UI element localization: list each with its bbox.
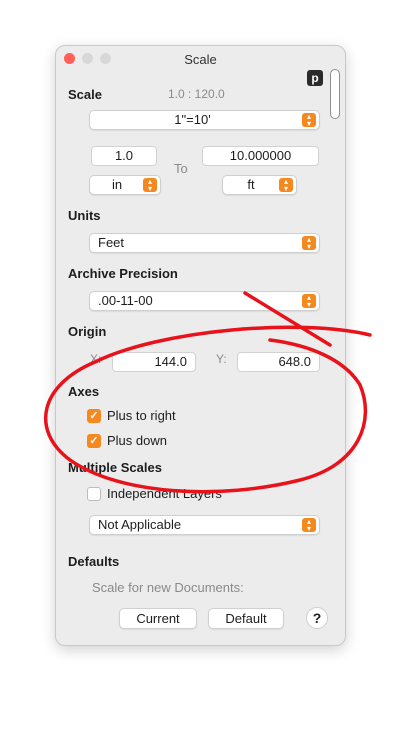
to-label: To bbox=[174, 161, 188, 176]
multiple-scales-popup[interactable]: Not Applicable ▴ ▾ bbox=[89, 515, 320, 535]
archive-precision-value: .00-11-00 bbox=[98, 293, 153, 308]
scale-window: Scale p Scale 1.0 : 120.0 1"=10' ▴ ▾ 1.0 … bbox=[55, 45, 346, 646]
chevron-updown-icon: ▴ ▾ bbox=[279, 178, 293, 193]
scale-preset-popup[interactable]: 1"=10' ▴ ▾ bbox=[89, 110, 320, 130]
scale-label: Scale bbox=[68, 87, 102, 102]
origin-y-label: Y: bbox=[216, 352, 227, 366]
chevron-updown-icon: ▴ ▾ bbox=[143, 178, 157, 193]
default-button[interactable]: Default bbox=[208, 608, 284, 629]
scale-preset-value: 1"=10' bbox=[174, 112, 211, 127]
to-unit-popup[interactable]: ft ▴ ▾ bbox=[222, 175, 297, 195]
scrollbar[interactable] bbox=[330, 69, 340, 119]
independent-layers-checkbox[interactable]: ✓ bbox=[87, 487, 101, 501]
independent-layers-label: Independent Layers bbox=[107, 486, 222, 501]
from-unit-popup[interactable]: in ▴ ▾ bbox=[89, 175, 161, 195]
archive-precision-label: Archive Precision bbox=[68, 266, 178, 281]
defaults-subtitle: Scale for new Documents: bbox=[92, 580, 244, 595]
plus-right-checkbox[interactable]: ✓ bbox=[87, 409, 101, 423]
to-unit-value: ft bbox=[247, 177, 255, 192]
help-icon[interactable]: ? bbox=[306, 607, 328, 629]
chevron-updown-icon: ▴ ▾ bbox=[302, 294, 316, 309]
multiple-scales-label: Multiple Scales bbox=[68, 460, 162, 475]
from-unit-value: in bbox=[111, 177, 123, 192]
chevron-updown-icon: ▴ ▾ bbox=[302, 236, 316, 251]
window-title: Scale bbox=[184, 52, 217, 67]
origin-y-field[interactable]: 648.0 bbox=[237, 352, 320, 372]
chevron-updown-icon: ▴ ▾ bbox=[302, 113, 316, 128]
units-value: Feet bbox=[98, 235, 125, 250]
p-icon[interactable]: p bbox=[307, 70, 323, 86]
plus-right-label: Plus to right bbox=[107, 408, 176, 423]
origin-label: Origin bbox=[68, 324, 107, 339]
units-label: Units bbox=[68, 208, 101, 223]
chevron-updown-icon: ▴ ▾ bbox=[302, 518, 316, 533]
defaults-label: Defaults bbox=[68, 554, 120, 569]
scale-to-field[interactable]: 10.000000 bbox=[202, 146, 319, 166]
axes-label: Axes bbox=[68, 384, 100, 399]
current-button[interactable]: Current bbox=[119, 608, 197, 629]
origin-x-field[interactable]: 144.0 bbox=[112, 352, 196, 372]
units-popup[interactable]: Feet ▴ ▾ bbox=[89, 233, 320, 253]
scale-ratio: 1.0 : 120.0 bbox=[168, 87, 225, 101]
multiple-scales-value: Not Applicable bbox=[98, 517, 182, 532]
scale-from-field[interactable]: 1.0 bbox=[91, 146, 157, 166]
archive-precision-popup[interactable]: .00-11-00 ▴ ▾ bbox=[89, 291, 320, 311]
plus-down-checkbox[interactable]: ✓ bbox=[87, 434, 101, 448]
plus-down-label: Plus down bbox=[107, 433, 167, 448]
origin-x-label: X: bbox=[90, 352, 102, 366]
